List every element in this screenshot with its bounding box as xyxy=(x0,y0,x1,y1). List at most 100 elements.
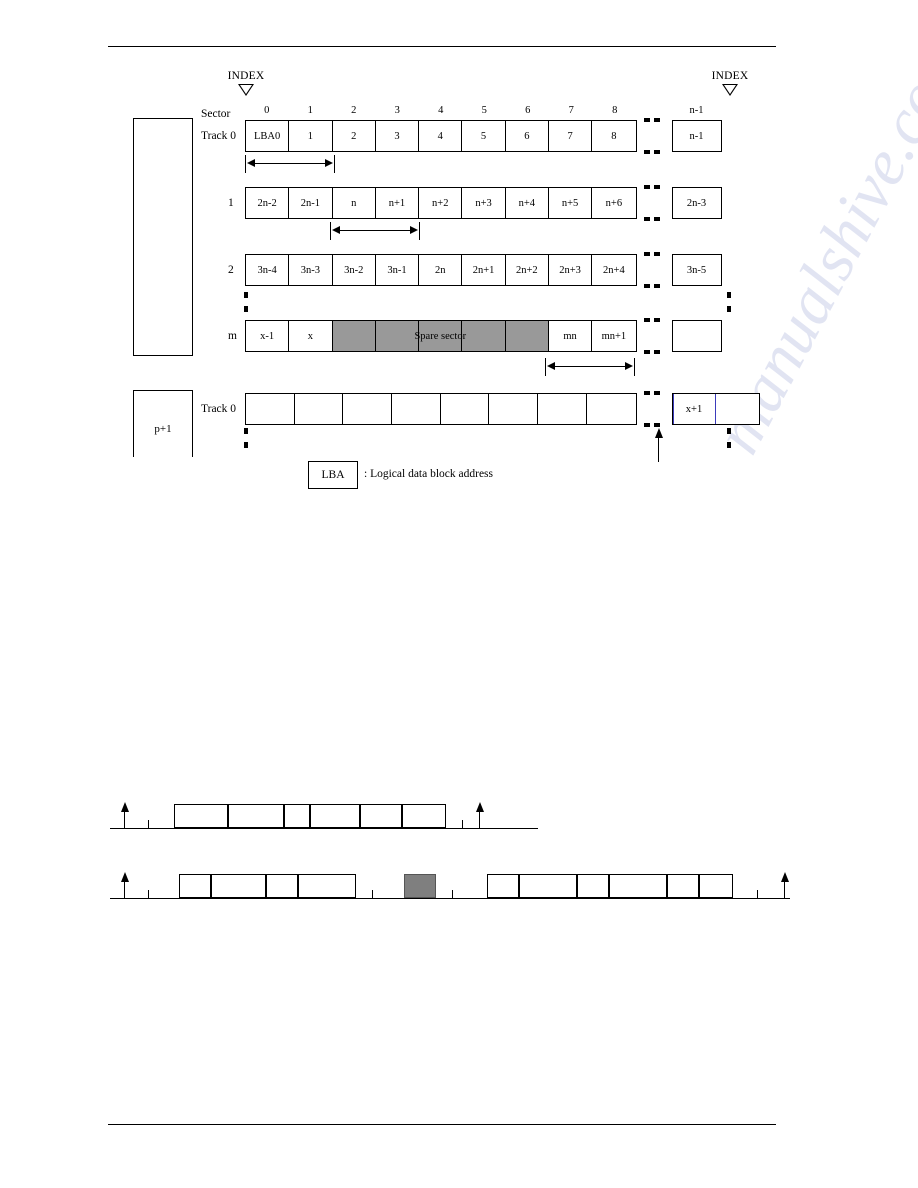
bottom-sector-cell-7 xyxy=(586,394,636,424)
sector-cell-r0-c4: 4 xyxy=(419,121,463,151)
lower-timeline-tick-3 xyxy=(757,890,758,898)
upper-timeline-block-0 xyxy=(174,804,228,828)
skew-arrow-track0 xyxy=(245,155,335,173)
row-3-gap-ellipsis xyxy=(639,318,673,354)
upper-timeline-block-1 xyxy=(228,804,284,828)
sector-number-2: 2 xyxy=(351,105,357,116)
index-marker-left: INDEX xyxy=(216,70,276,96)
bottom-row-gap-ellipsis xyxy=(639,391,673,427)
lower-timeline-index-arrow-0 xyxy=(121,872,131,898)
lower-timeline-block-6 xyxy=(519,874,577,898)
sector-cell-r3-c7: mn xyxy=(548,321,593,351)
bottom-sector-cell-4 xyxy=(440,394,490,424)
bottom-sector-cell-3 xyxy=(392,394,441,424)
index-marker-right: INDEX xyxy=(700,70,760,96)
page-rule-bottom xyxy=(108,1124,776,1125)
sector-number-last: n-1 xyxy=(689,105,704,116)
row-1-gap-ellipsis xyxy=(639,185,673,221)
track-row-1-end-cell: 2n-3 xyxy=(671,187,722,219)
bottom-row-trailing-cell xyxy=(715,394,759,424)
lower-timeline-tick-1 xyxy=(372,890,373,898)
lower-timeline-block-3 xyxy=(298,874,356,898)
sector-axis-label: Sector xyxy=(201,108,231,120)
track-row-1-cells: 2n-2 2n-1 n n+1 n+2 n+3 n+4 n+5 n+6 xyxy=(245,187,637,219)
sector-cell-r3-c2 xyxy=(332,321,376,351)
bottom-sector-cell-1 xyxy=(294,394,344,424)
track-row-label-3: m xyxy=(228,330,237,342)
sector-cell-r1-c5: n+3 xyxy=(462,188,506,218)
sector-cell-r1-c1: 2n-1 xyxy=(289,188,333,218)
lower-timeline-block-0 xyxy=(179,874,211,898)
sector-cell-r3-c6 xyxy=(505,321,549,351)
sector-cell-r0-c3: 3 xyxy=(375,121,420,151)
lower-timeline-block-7 xyxy=(577,874,609,898)
track-row-label-2: 2 xyxy=(228,264,234,276)
row-2-gap-ellipsis xyxy=(639,252,673,288)
sector-cell-r1-c0: 2n-2 xyxy=(246,188,290,218)
lower-timeline-index-arrow-1 xyxy=(781,872,791,898)
lower-timeline-block-10 xyxy=(699,874,733,898)
upper-timeline-index-arrow-0 xyxy=(121,802,131,828)
sector-cell-r2-c4: 2n xyxy=(419,255,463,285)
spare-sector-label: Spare sector xyxy=(414,330,467,342)
sector-cell-r2-c7: 2n+3 xyxy=(548,255,593,285)
sector-cell-r2-c8: 2n+4 xyxy=(592,255,636,285)
sector-cell-r1-c4: n+2 xyxy=(419,188,463,218)
sector-cell-r2-c0: 3n-4 xyxy=(246,255,290,285)
bottom-sector-cell-5 xyxy=(489,394,539,424)
sector-cell-r2-c6: 2n+2 xyxy=(505,255,549,285)
sector-cell-r3-c0: x-1 xyxy=(246,321,290,351)
row-0-gap-ellipsis xyxy=(639,118,673,154)
sector-cell-r0-c8: 8 xyxy=(592,121,636,151)
sector-cell-r0-c6: 6 xyxy=(505,121,549,151)
sector-number-4: 4 xyxy=(438,105,444,116)
bottom-track-row-cells xyxy=(245,393,637,425)
bottom-row-end-cells: x+1 xyxy=(671,393,760,425)
lower-timeline-block-5 xyxy=(487,874,519,898)
legend-lba-description: : Logical data block address xyxy=(364,468,494,480)
sector-number-1: 1 xyxy=(307,105,313,116)
sector-number-3: 3 xyxy=(394,105,400,116)
zone-bracket-upper xyxy=(133,118,193,356)
upper-timeline-baseline xyxy=(110,828,538,829)
track-row-label-0: Track 0 xyxy=(201,130,237,142)
zone-lower-label: p+1 xyxy=(154,423,172,435)
upper-timeline-block-5 xyxy=(402,804,446,828)
sector-cell-r1-c3: n+1 xyxy=(375,188,420,218)
sector-cell-r0-c7: 7 xyxy=(548,121,593,151)
sector-cell-r3-c1: x xyxy=(289,321,333,351)
lower-timeline-block-2 xyxy=(266,874,298,898)
sector-cell-r2-c5: 2n+1 xyxy=(462,255,506,285)
sector-number-8: 8 xyxy=(612,105,618,116)
lower-timeline-tick-2 xyxy=(452,890,453,898)
index-label-right: INDEX xyxy=(711,70,749,82)
track-row-label-1: 1 xyxy=(228,197,234,209)
upper-timeline-block-2 xyxy=(284,804,310,828)
lower-timeline-block-1 xyxy=(211,874,266,898)
sector-cell-r1-c2: n xyxy=(332,188,376,218)
lower-timeline-block-8 xyxy=(609,874,667,898)
upper-timeline-block-3 xyxy=(310,804,360,828)
upper-timeline-index-arrow-1 xyxy=(476,802,486,828)
sector-number-7: 7 xyxy=(568,105,574,116)
sector-number-5: 5 xyxy=(481,105,487,116)
sector-cell-r3-c3 xyxy=(375,321,420,351)
sector-cell-r3-c4: Spare sector xyxy=(414,321,466,351)
lower-timeline-baseline xyxy=(110,898,790,899)
zone-bracket-lower: p+1 xyxy=(133,390,193,457)
sector-cell-r0-c0: LBA0 xyxy=(246,121,290,151)
sector-cell-r2-c2: 3n-2 xyxy=(332,255,376,285)
skew-arrow-track1 xyxy=(330,222,420,240)
sector-cell-r0-c1: 1 xyxy=(289,121,333,151)
sector-cell-r3-c8: mn+1 xyxy=(592,321,636,351)
sector-cell-r2-c3: 3n-1 xyxy=(375,255,420,285)
sector-number-6: 6 xyxy=(525,105,531,116)
sector-cell-r0-c2: 2 xyxy=(332,121,376,151)
upper-timeline-tick-0 xyxy=(148,820,149,828)
bottom-sector-cell-2 xyxy=(343,394,393,424)
index-triangle-right-icon xyxy=(722,84,738,96)
sector-number-ruler: 0 1 2 3 4 5 6 7 8 n-1 xyxy=(245,105,735,118)
sector-cell-r1-c8: n+6 xyxy=(592,188,636,218)
sector-number-0: 0 xyxy=(264,105,270,116)
lower-timeline-block-9 xyxy=(667,874,699,898)
